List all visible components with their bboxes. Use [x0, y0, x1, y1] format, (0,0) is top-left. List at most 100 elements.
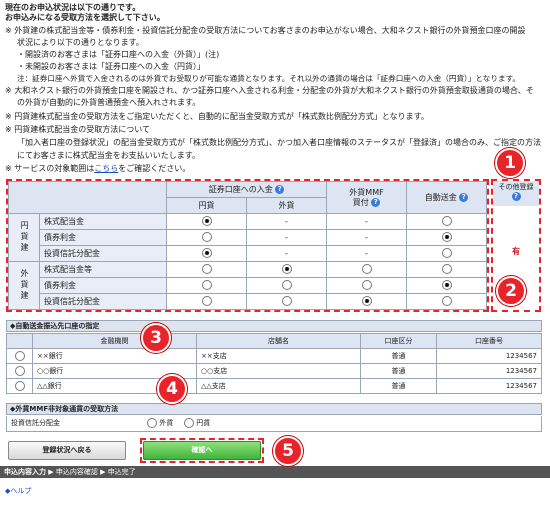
- service-note-suffix: をご確認ください。: [118, 164, 191, 173]
- bank-column-header: 金融機関: [32, 333, 197, 349]
- note-line: 「加入者口座の登録状況」の配当金受取方式が「株式数比例配分方式」、かつ加入者口座…: [17, 138, 541, 147]
- radio-button[interactable]: [281, 280, 292, 291]
- corner-cell: [8, 181, 167, 214]
- step-arrow-icon: ▶: [46, 468, 56, 476]
- other-registration-value: 有: [512, 247, 520, 256]
- radio-selected[interactable]: [441, 232, 452, 243]
- help-icon[interactable]: ?: [275, 184, 285, 194]
- radio-button[interactable]: [201, 296, 212, 307]
- row-label: 株式配当金: [39, 213, 167, 230]
- branch-column-header: 店舗名: [196, 333, 361, 349]
- table-row[interactable]: ○○銀行 ○○支店 普通 1234567: [6, 363, 542, 379]
- radio-button[interactable]: [361, 280, 372, 291]
- help-link[interactable]: ◆ヘルプ: [5, 487, 31, 496]
- note-line: 注：証券口座へ外貨で入金されるのは外貨でお受取りが可能な通貨となります。それ以外…: [17, 74, 520, 83]
- confirm-button[interactable]: 確認へ: [143, 441, 261, 460]
- option-cell: [326, 293, 407, 310]
- table-row: 債券利金: [9, 277, 487, 294]
- select-cell: [6, 363, 33, 379]
- bank-name: ××銀行: [32, 348, 197, 364]
- option-cell: -: [326, 245, 407, 262]
- branch-name: △△支店: [196, 378, 361, 394]
- radio-selected[interactable]: [441, 280, 452, 291]
- callout-badge-1: 1: [495, 148, 525, 178]
- table-row: 円貨建 株式配当金 - -: [8, 213, 487, 262]
- mmf-option-foreign[interactable]: 外貨: [147, 418, 173, 428]
- option-cell: -: [246, 213, 327, 230]
- radio-selected[interactable]: [361, 296, 372, 307]
- row-label: 投資信託分配金: [39, 293, 167, 310]
- callout-badge-3: 3: [141, 323, 171, 353]
- radio-button[interactable]: [281, 296, 292, 307]
- callout-badge-4: 4: [157, 374, 187, 404]
- instruction-heading: お申込みになる受取方法を選択して下さい。: [5, 13, 165, 22]
- option-cell: [406, 277, 487, 294]
- table-row[interactable]: ××銀行 ××支店 普通 1234567: [6, 348, 542, 364]
- radio-button[interactable]: [201, 232, 212, 243]
- receipt-method-table: 証券口座への入金 ? 外貨MMF 買付 ? 自動送金 ? 円貨 外貨 円貨建 株式配…: [8, 181, 487, 310]
- option-cell: [166, 293, 247, 310]
- table-row[interactable]: △△銀行 △△支店 普通 1234567: [6, 378, 542, 394]
- radio-button[interactable]: [201, 264, 212, 275]
- option-cell: [326, 261, 407, 278]
- back-button[interactable]: 登録状況へ戻る: [8, 441, 126, 460]
- radio-button[interactable]: [361, 264, 372, 275]
- option-cell: -: [246, 245, 327, 262]
- service-range-link[interactable]: こちら: [94, 164, 118, 173]
- mmf-section-title: ◆外貨MMF非対象通貨の受取方法: [6, 403, 542, 415]
- mmf-header: 外貨MMF 買付 ?: [326, 181, 407, 214]
- other-registration-header: その他登録?: [493, 181, 539, 206]
- radio-button[interactable]: [441, 296, 452, 307]
- select-cell: [6, 378, 33, 394]
- note-line: 状況により以下の通りとなります。: [17, 38, 144, 47]
- option-cell: -: [326, 213, 407, 230]
- account-number: 1234567: [436, 363, 542, 379]
- help-icon[interactable]: ?: [459, 192, 469, 202]
- note-line: ※ 外貨建の株式配当金等・債券利金・投資信託分配金の受取方法についてお客さまのお…: [5, 26, 526, 35]
- row-label: 株式配当金等: [39, 261, 167, 278]
- note-line: ※ 円貨建株式配当金の受取方法について: [5, 125, 151, 134]
- service-note-prefix: ※ サービスの対象範囲は: [5, 164, 95, 173]
- option-cell: [406, 293, 487, 310]
- account-type: 普通: [360, 378, 437, 394]
- step-arrow-icon: ▶: [97, 468, 108, 476]
- radio-button[interactable]: [201, 280, 212, 291]
- mmf-option-yen[interactable]: 円貨: [184, 418, 210, 428]
- service-note: ※ サービスの対象範囲はこちらをご確認ください。: [5, 164, 190, 174]
- option-cell: [166, 213, 247, 230]
- option-cell: [406, 261, 487, 278]
- radio-button[interactable]: [147, 418, 157, 428]
- note-line: ※ 円貨建株式配当金の受取方法をご指定いただくと、自動的に配当金受取方式が「株式…: [5, 112, 429, 121]
- radio-button[interactable]: [184, 418, 194, 428]
- help-icon[interactable]: ?: [511, 191, 521, 201]
- bank-section-title: ◆自動送金振込先口座の指定: [6, 320, 542, 332]
- note-line: ・開設済のお客さまは「証券口座への入金（外貨）」(注): [17, 50, 220, 59]
- option-cell: -: [246, 229, 327, 246]
- auto-transfer-header: 自動送金 ?: [406, 181, 487, 214]
- account-type: 普通: [360, 363, 437, 379]
- row-label: 債券利金: [39, 229, 167, 246]
- radio-button[interactable]: [441, 248, 452, 259]
- help-icon[interactable]: ?: [371, 197, 381, 207]
- option-cell: [246, 293, 327, 310]
- progress-steps: 申込内容入力 ▶ 申込内容確認 ▶ 申込完了: [0, 466, 550, 478]
- option-cell: [406, 213, 487, 230]
- type-column-header: 口座区分: [360, 333, 437, 349]
- note-line: の外貨が自動的に外貨普通預金へ預入れされます。: [17, 98, 201, 107]
- radio-button[interactable]: [14, 351, 25, 361]
- radio-selected[interactable]: [201, 248, 212, 259]
- table-row: 外貨建 株式配当金等: [8, 261, 487, 310]
- note-line: ※ 大和ネクスト銀行の外貨預金口座を開設され、かつ証券口座へ入金される利金・分配…: [5, 86, 534, 95]
- option-cell: [326, 277, 407, 294]
- radio-button[interactable]: [441, 264, 452, 275]
- radio-button[interactable]: [441, 216, 452, 227]
- radio-button[interactable]: [14, 381, 25, 391]
- option-cell: [166, 277, 247, 294]
- row-label: 債券利金: [39, 277, 167, 294]
- yen-header: 円貨: [166, 197, 247, 214]
- table-row: 投資信託分配金 - -: [9, 245, 487, 262]
- radio-button[interactable]: [14, 366, 25, 376]
- radio-selected[interactable]: [201, 216, 212, 227]
- radio-selected[interactable]: [281, 264, 292, 275]
- account-number: 1234567: [436, 378, 542, 394]
